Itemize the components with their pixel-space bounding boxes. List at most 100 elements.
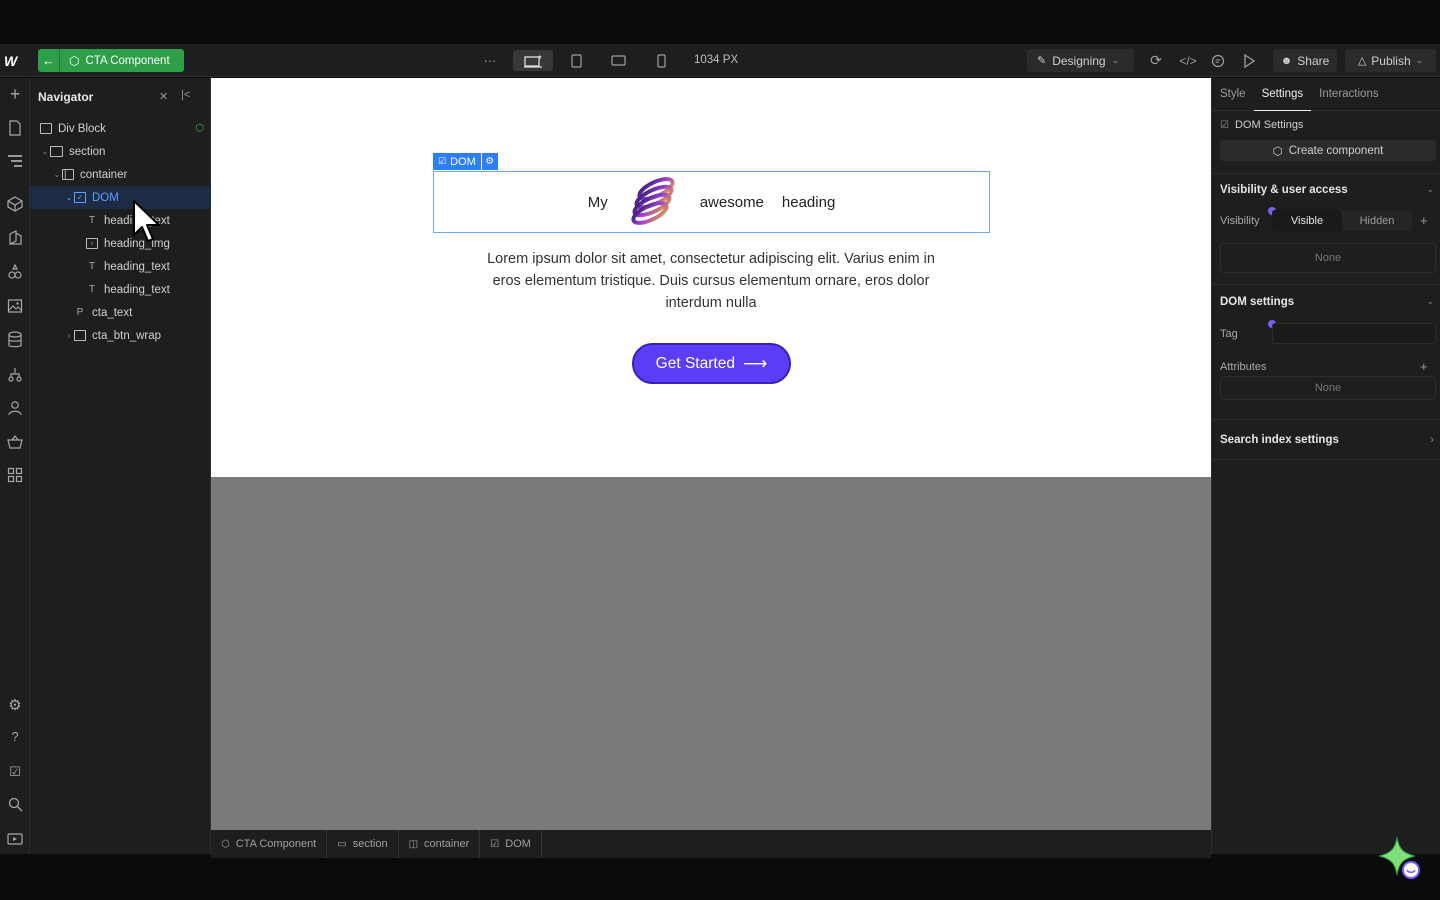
breadcrumb-item-dom[interactable]: ☑ DOM	[480, 830, 542, 858]
cta-paragraph[interactable]: Lorem ipsum dolor sit amet, consectetur …	[481, 248, 941, 314]
apps-icon[interactable]	[0, 467, 30, 487]
webflow-logo[interactable]: W	[4, 53, 17, 69]
breadcrumb-item-container[interactable]: ◫ container	[399, 830, 481, 858]
heading-spring-image[interactable]	[626, 177, 682, 227]
component-pill[interactable]: ← ⬡ CTA Component	[38, 49, 184, 72]
assets-icon[interactable]	[0, 298, 30, 318]
search-icon[interactable]	[0, 797, 30, 816]
more-options-icon[interactable]: ···	[482, 50, 498, 71]
ecommerce-basket-icon[interactable]	[0, 434, 30, 454]
tag-input[interactable]	[1272, 323, 1436, 344]
dom-settings-section-header[interactable]: DOM settings ⌄	[1220, 296, 1434, 308]
pages-icon[interactable]	[0, 120, 30, 140]
heading-word-awesome[interactable]: awesome	[700, 194, 764, 211]
design-canvas[interactable]: ☑ DOM ⚙ My awesome heading Lorem ipsum d…	[211, 78, 1211, 830]
audit-check-icon[interactable]: ☑	[0, 764, 30, 780]
tree-item-heading-text[interactable]: T heading_text	[30, 255, 211, 278]
text-type-icon: T	[88, 284, 96, 295]
variables-icon[interactable]	[0, 263, 30, 284]
dom-heading-element[interactable]: My awesome heading	[433, 171, 990, 233]
hidden-option[interactable]: Hidden	[1342, 210, 1412, 231]
breadcrumb-item-section[interactable]: ▭ section	[327, 830, 399, 858]
mobile-landscape-icon[interactable]	[609, 50, 627, 71]
dom-element-icon: ✓	[74, 192, 86, 203]
dom-settings-label: DOM Settings	[1234, 119, 1304, 131]
add-visibility-condition-icon[interactable]: +	[1420, 213, 1428, 228]
tree-item-cta-text[interactable]: P cta_text	[30, 301, 211, 324]
add-icon[interactable]: +	[0, 84, 30, 105]
tree-item-section[interactable]: ⌄ section	[30, 140, 211, 163]
tree-item-heading-text[interactable]: T heading_text	[30, 209, 211, 232]
chevron-right-icon[interactable]: ›	[64, 331, 74, 340]
chevron-down-icon[interactable]: ⌄	[40, 147, 50, 156]
publish-button[interactable]: △ Publish ⌄	[1345, 49, 1436, 72]
publish-icon: △	[1357, 55, 1367, 67]
tree-item-label: DOM	[92, 191, 119, 204]
arrow-right-icon: ⟶	[742, 353, 768, 373]
preview-play-icon[interactable]	[1241, 50, 1257, 71]
breadcrumb-label: container	[424, 838, 470, 850]
panel-tabs: Style Settings Interactions	[1212, 78, 1440, 111]
components-icon[interactable]	[0, 196, 30, 216]
desktop-breakpoint-icon[interactable]: ★	[513, 50, 553, 71]
logic-icon[interactable]	[0, 366, 30, 386]
tab-style[interactable]: Style	[1212, 78, 1254, 111]
component-label: CTA Component	[85, 54, 170, 67]
attributes-label: Attributes	[1220, 361, 1267, 373]
window-top-bar	[0, 0, 1440, 44]
collapse-all-icon[interactable]: ✕	[159, 90, 168, 103]
chevron-down-icon[interactable]: ⌄	[64, 193, 74, 202]
visibility-section-title: Visibility & user access	[1220, 184, 1348, 196]
sync-icon[interactable]: ⟳	[1148, 50, 1164, 71]
selection-label[interactable]: ☑ DOM ⚙	[433, 153, 498, 170]
video-tutorial-icon[interactable]	[0, 832, 30, 850]
settings-gear-icon[interactable]: ⚙	[0, 696, 30, 714]
tablet-breakpoint-icon[interactable]	[568, 50, 584, 71]
component-badge-icon: ⬡	[195, 123, 204, 134]
navigator-panel: Navigator ✕ |< Div Block ⬡ ⌄ section ⌄ ▏…	[30, 78, 211, 854]
element-settings-gear-icon[interactable]: ⚙	[481, 153, 498, 170]
search-index-settings-header[interactable]: Search index settings ›	[1220, 434, 1434, 446]
close-panel-icon[interactable]: |<	[181, 89, 190, 101]
page-artboard[interactable]: ☑ DOM ⚙ My awesome heading Lorem ipsum d…	[211, 78, 1211, 477]
visibility-section-header[interactable]: Visibility & user access ⌄	[1220, 184, 1434, 196]
selection-tag[interactable]: ☑ DOM	[433, 153, 481, 170]
code-icon[interactable]: </>	[1179, 50, 1197, 71]
heading-word-heading[interactable]: heading	[782, 194, 835, 211]
tree-item-div-block[interactable]: Div Block ⬡	[30, 117, 211, 140]
tree-item-dom[interactable]: ⌄ ✓ DOM	[30, 186, 211, 209]
mode-dropdown[interactable]: ✎ Designing ⌄	[1027, 49, 1134, 72]
cms-database-icon[interactable]	[0, 331, 30, 353]
add-attribute-icon[interactable]: +	[1420, 359, 1428, 374]
tree-item-label: heading_text	[104, 283, 170, 296]
tree-item-heading-img[interactable]: ▫ heading_img	[30, 232, 211, 255]
create-component-button[interactable]: ⬡ Create component	[1220, 140, 1436, 161]
container-icon: ◫	[408, 838, 419, 850]
chevron-down-icon[interactable]: ⌄	[52, 170, 62, 179]
container-icon: ▏	[62, 169, 74, 180]
navigator-icon[interactable]	[0, 154, 30, 172]
mobile-portrait-icon[interactable]	[654, 50, 668, 71]
tab-interactions[interactable]: Interactions	[1311, 78, 1386, 111]
svg-text:★: ★	[537, 54, 542, 61]
styles-icon[interactable]	[0, 230, 30, 250]
selection-tag-label: DOM	[450, 155, 476, 168]
tab-settings[interactable]: Settings	[1253, 78, 1312, 111]
tree-item-cta-btn-wrap[interactable]: › cta_btn_wrap	[30, 324, 211, 347]
get-started-button[interactable]: Get Started ⟶	[632, 343, 791, 384]
tree-item-heading-text[interactable]: T heading_text	[30, 278, 211, 301]
tag-label: Tag	[1220, 328, 1238, 340]
tree-item-container[interactable]: ⌄ ▏ container	[30, 163, 211, 186]
breadcrumb-item-cta-component[interactable]: ⬡ CTA Component	[211, 830, 328, 858]
users-icon[interactable]	[0, 400, 30, 420]
visible-option[interactable]: Visible	[1272, 210, 1342, 231]
help-icon[interactable]: ?	[0, 729, 30, 744]
canvas-width-readout: 1034 PX	[694, 54, 739, 66]
heading-word-my[interactable]: My	[588, 194, 608, 211]
ai-assistant-sparkle-icon[interactable]	[1375, 835, 1425, 885]
text-type-icon: T	[88, 215, 96, 226]
back-arrow-icon[interactable]: ←	[38, 49, 60, 72]
share-label: Share	[1297, 53, 1330, 68]
comment-icon[interactable]	[1210, 50, 1226, 71]
share-button[interactable]: ☻ Share	[1273, 49, 1337, 72]
